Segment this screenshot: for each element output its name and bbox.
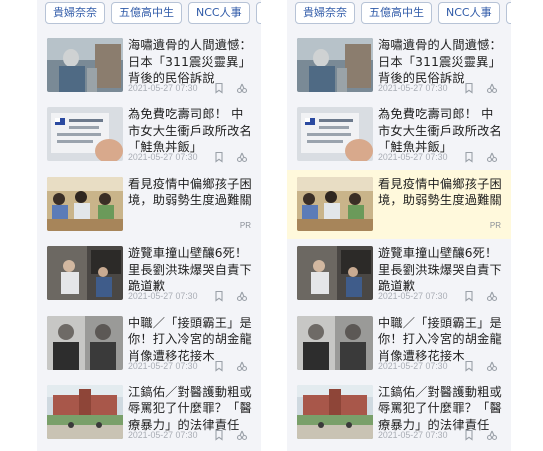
news-thumbnail [297,246,373,301]
news-thumbnail [297,107,373,162]
share-icon[interactable] [236,429,248,441]
bookmark-icon[interactable] [463,429,475,441]
news-date: 2021-05-27 07:30 [378,83,448,93]
tag-chip[interactable]: 余天 [505,2,511,24]
news-item[interactable]: 江鎬佑／對醫護動粗或辱罵犯了什麼罪？「醫療暴力」的法律責任 2021-05-27… [287,378,511,447]
news-date: 2021-05-27 07:30 [378,360,448,371]
news-date: 2021-05-27 07:30 [378,291,448,302]
news-title[interactable]: 看見疫情中偏鄉孩子困境，助弱勢生度過難關 [378,176,504,209]
share-icon[interactable] [486,429,498,441]
news-list: 海嘯遺骨的人間遺憾：日本「311震災靈異」背後的民俗訴說 2021-05-27 … [37,31,261,447]
share-icon[interactable] [236,82,248,94]
news-item[interactable]: 為免費吃壽司郎！ 中市女大生衝戶政所改名「鮭魚丼飯」 2021-05-27 07… [37,100,261,169]
share-icon[interactable] [486,290,498,302]
share-icon[interactable] [236,360,248,372]
news-date: 2021-05-27 07:30 [128,152,198,163]
news-item[interactable]: 江鎬佑／對醫護動粗或辱罵犯了什麼罪？「醫療暴力」的法律責任 2021-05-27… [37,378,261,447]
news-panel-left: 貴婦奈奈 五億高中生 NCC人事 余天 海嘯遺骨的人間遺憾：日本「311震災靈異… [37,0,261,451]
news-title[interactable]: 為免費吃壽司郎！ 中市女大生衝戶政所改名「鮭魚丼飯」 [378,106,504,156]
news-date: 2021-05-27 07:30 [128,83,198,93]
news-thumbnail [297,176,373,231]
news-thumbnail [297,38,373,92]
news-item[interactable]: 為免費吃壽司郎！ 中市女大生衝戶政所改名「鮭魚丼飯」 2021-05-27 07… [287,100,511,169]
tag-chip[interactable]: 五億高中生 [361,2,432,24]
news-thumbnail [297,315,373,370]
share-icon[interactable] [486,151,498,163]
sponsored-label: PR [489,220,501,230]
sponsored-item[interactable]: 看見疫情中偏鄉孩子困境，助弱勢生度過難關 PR [37,170,261,239]
news-thumbnail [47,246,123,301]
news-thumbnail [47,107,123,162]
bookmark-icon[interactable] [463,290,475,302]
sponsored-label: PR [239,220,251,230]
tag-chip[interactable]: 貴婦奈奈 [295,2,355,24]
news-item[interactable]: 中職／「接頭霸王」是你！打入冷宮的胡金龍肖像遭移花接木 2021-05-27 0… [37,309,261,378]
bookmark-icon[interactable] [213,360,225,372]
tag-chip[interactable]: 貴婦奈奈 [45,2,105,24]
share-icon[interactable] [486,360,498,372]
share-icon[interactable] [236,151,248,163]
news-thumbnail [47,384,123,439]
bookmark-icon[interactable] [213,151,225,163]
tag-bar: 貴婦奈奈 五億高中生 NCC人事 余天 [45,2,261,28]
news-title[interactable]: 看見疫情中偏鄉孩子困境，助弱勢生度過難關 [128,176,254,209]
bookmark-icon[interactable] [213,82,225,94]
tag-chip[interactable]: 五億高中生 [111,2,182,24]
news-date: 2021-05-27 07:30 [128,360,198,371]
news-title[interactable]: 海嘯遺骨的人間遺憾：日本「311震災靈異」背後的民俗訴說 [378,37,504,87]
news-thumbnail [47,176,123,231]
news-title[interactable]: 江鎬佑／對醫護動粗或辱罵犯了什麼罪？「醫療暴力」的法律責任 [378,384,504,434]
news-title[interactable]: 為免費吃壽司郎！ 中市女大生衝戶政所改名「鮭魚丼飯」 [128,106,254,156]
news-title[interactable]: 中職／「接頭霸王」是你！打入冷宮的胡金龍肖像遭移花接木 [128,315,254,365]
share-icon[interactable] [486,82,498,94]
news-item[interactable]: 遊覽車撞山壁釀6死！里長劉洪珠爆哭自責下跪道歉 2021-05-27 07:30 [287,239,511,308]
sponsored-item[interactable]: 看見疫情中偏鄉孩子困境，助弱勢生度過難關 PR [287,169,511,240]
tag-chip[interactable]: NCC人事 [438,2,500,24]
news-date: 2021-05-27 07:30 [378,152,448,163]
tag-chip[interactable]: NCC人事 [188,2,250,24]
news-title[interactable]: 遊覽車撞山壁釀6死！里長劉洪珠爆哭自責下跪道歉 [128,245,254,295]
news-date: 2021-05-27 07:30 [128,291,198,302]
share-icon[interactable] [236,290,248,302]
news-title[interactable]: 遊覽車撞山壁釀6死！里長劉洪珠爆哭自責下跪道歉 [378,245,504,295]
news-date: 2021-05-27 07:30 [378,429,448,440]
bookmark-icon[interactable] [213,429,225,441]
news-title[interactable]: 江鎬佑／對醫護動粗或辱罵犯了什麼罪？「醫療暴力」的法律責任 [128,384,254,434]
news-item[interactable]: 海嘯遺骨的人間遺憾：日本「311震災靈異」背後的民俗訴說 2021-05-27 … [287,31,511,100]
bookmark-icon[interactable] [463,151,475,163]
news-list: 海嘯遺骨的人間遺憾：日本「311震災靈異」背後的民俗訴說 2021-05-27 … [287,31,511,447]
news-date: 2021-05-27 07:30 [128,429,198,440]
bookmark-icon[interactable] [463,360,475,372]
news-thumbnail [47,38,123,92]
news-title[interactable]: 海嘯遺骨的人間遺憾：日本「311震災靈異」背後的民俗訴說 [128,37,254,87]
news-item[interactable]: 海嘯遺骨的人間遺憾：日本「311震災靈異」背後的民俗訴說 2021-05-27 … [37,31,261,100]
news-item[interactable]: 中職／「接頭霸王」是你！打入冷宮的胡金龍肖像遭移花接木 2021-05-27 0… [287,309,511,378]
news-thumbnail [297,384,373,439]
tag-chip[interactable]: 余天 [255,2,261,24]
news-panel-right: 貴婦奈奈 五億高中生 NCC人事 余天 海嘯遺骨的人間遺憾：日本「311震災靈異… [287,0,511,451]
news-item[interactable]: 遊覽車撞山壁釀6死！里長劉洪珠爆哭自責下跪道歉 2021-05-27 07:30 [37,239,261,308]
news-thumbnail [47,315,123,370]
tag-bar: 貴婦奈奈 五億高中生 NCC人事 余天 [295,2,511,28]
bookmark-icon[interactable] [213,290,225,302]
bookmark-icon[interactable] [463,82,475,94]
news-title[interactable]: 中職／「接頭霸王」是你！打入冷宮的胡金龍肖像遭移花接木 [378,315,504,365]
